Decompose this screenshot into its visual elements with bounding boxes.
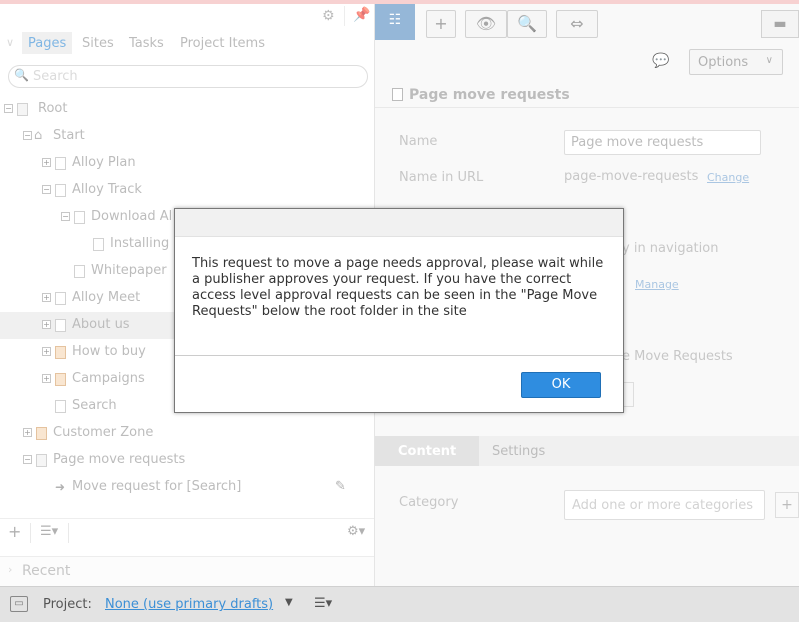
approval-dialog: This request to move a page needs approv… bbox=[174, 208, 624, 413]
ok-button[interactable]: OK bbox=[521, 372, 601, 398]
top-accent-line bbox=[0, 0, 799, 4]
dialog-message: This request to move a page needs approv… bbox=[192, 256, 604, 319]
dialog-header bbox=[175, 209, 623, 237]
divider bbox=[175, 355, 623, 356]
project-icon[interactable]: ▭ bbox=[10, 596, 28, 612]
project-bar: ▭ Project: None (use primary drafts) ▼ ☰… bbox=[0, 586, 799, 622]
project-selector[interactable]: None (use primary drafts) bbox=[105, 597, 273, 612]
caret-down-icon[interactable]: ▼ bbox=[285, 597, 293, 608]
menu-icon[interactable]: ☰▾ bbox=[314, 596, 332, 611]
project-label: Project: bbox=[43, 597, 92, 612]
